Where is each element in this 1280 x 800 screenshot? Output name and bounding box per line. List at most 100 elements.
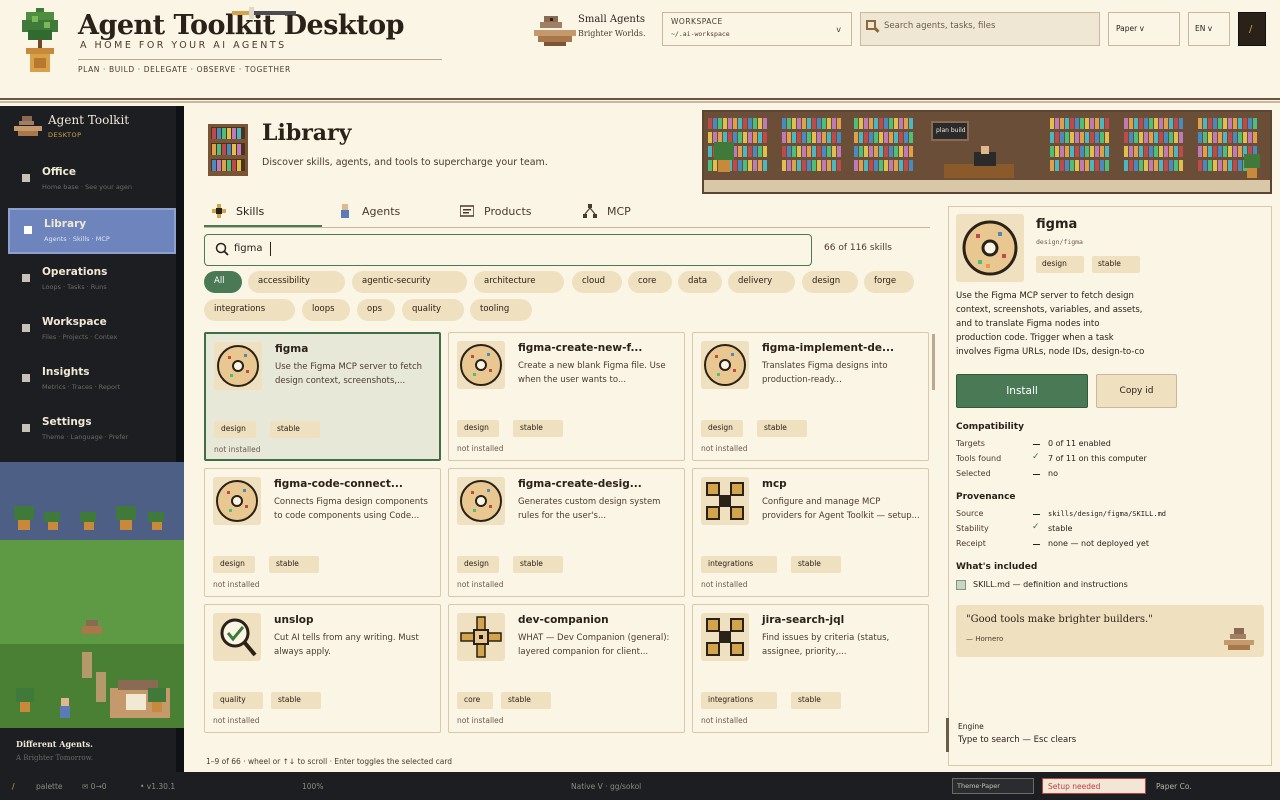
card-tag: integrations	[701, 692, 777, 709]
sidebar-item-insights[interactable]: Insights Metrics · Traces · Report	[8, 358, 176, 404]
bird-nest-icon	[14, 116, 42, 136]
tab-skills[interactable]: Skills	[204, 200, 322, 228]
banner-book	[894, 160, 898, 171]
chip-ops[interactable]: ops	[357, 299, 395, 321]
skill-card-figma[interactable]: figma Use the Figma MCP server to fetch …	[204, 332, 441, 461]
person-icon	[341, 204, 349, 218]
banner-book	[1154, 118, 1158, 129]
setup-warning-chip[interactable]: Setup needed	[1042, 778, 1146, 794]
chip-accessibility[interactable]: accessibility	[248, 271, 345, 293]
banner-book	[822, 118, 826, 129]
chip-all[interactable]: All	[204, 271, 242, 293]
theme-chip[interactable]: Theme·Paper	[952, 778, 1034, 794]
skill-card-figma-create-new-file[interactable]: figma-create-new-f... Create a new blank…	[448, 332, 685, 461]
banner-book	[1154, 160, 1158, 171]
banner-book	[1248, 118, 1252, 129]
banner-book	[782, 118, 786, 129]
zoom-label: 100%	[302, 782, 324, 791]
tab-products[interactable]: Products	[452, 200, 570, 228]
banner-book	[1144, 146, 1148, 157]
engine-indicator	[946, 718, 949, 752]
banner-book	[1144, 160, 1148, 171]
command-button[interactable]: /	[1238, 12, 1266, 46]
skill-card-jira-search-jql[interactable]: jira-search-jql Find issues by criteria …	[692, 604, 929, 733]
banner-book	[1149, 146, 1153, 157]
banner-book	[708, 146, 712, 157]
chip-loops[interactable]: loops	[302, 299, 350, 321]
sidebar-item-workspace[interactable]: Workspace Files · Projects · Contex	[8, 308, 176, 354]
chip-data[interactable]: data	[678, 271, 722, 293]
skill-card-unslop[interactable]: unslop Cut AI tells from any writing. Mu…	[204, 604, 441, 733]
banner-book	[1050, 160, 1054, 171]
banner-book	[738, 118, 742, 129]
banner-book	[909, 118, 913, 129]
banner-book	[1208, 160, 1212, 171]
banner-book	[1050, 118, 1054, 129]
banner-book	[869, 146, 873, 157]
banner-book	[1070, 146, 1074, 157]
banner-book	[827, 160, 831, 171]
chip-quality[interactable]: quality	[402, 299, 464, 321]
workspace-select[interactable]: WORKSPACE ~/.ai-workspace v	[662, 12, 852, 46]
chip-forge[interactable]: forge	[864, 271, 914, 293]
sidebar-item-operations[interactable]: Operations Loops · Tasks · Runs	[8, 258, 176, 304]
chip-integrations[interactable]: integrations	[204, 299, 295, 321]
command-shortcut[interactable]: /	[12, 782, 15, 791]
banner-book	[1090, 118, 1094, 129]
skill-card-figma-create-design-system[interactable]: figma-create-desig... Generates custom d…	[448, 468, 685, 597]
palette-button[interactable]: palette	[36, 782, 63, 791]
sidebar-item-library[interactable]: Library Agents · Skills · MCP	[8, 208, 176, 254]
chip-design[interactable]: design	[802, 271, 858, 293]
engine-hint: Type to search — Esc clears	[958, 735, 1077, 745]
banner-book	[1218, 160, 1222, 171]
tab-label: Skills	[236, 205, 265, 218]
banner-book	[728, 132, 732, 143]
banner-book	[763, 146, 767, 157]
banner-book	[1223, 132, 1227, 143]
message-counter: ✉ 0→0	[82, 782, 107, 791]
banner-book	[1179, 118, 1183, 129]
company-label: Paper Co.	[1156, 782, 1192, 791]
tab-label: MCP	[607, 205, 631, 218]
banner-book	[1124, 160, 1128, 171]
chip-tooling[interactable]: tooling	[470, 299, 532, 321]
chip-architecture[interactable]: architecture	[474, 271, 564, 293]
sidebar-item-office[interactable]: Office Home base · See your agen	[8, 158, 176, 204]
skills-search-input[interactable]	[204, 234, 812, 266]
tab-mcp[interactable]: MCP	[575, 200, 693, 228]
banner-book	[1050, 132, 1054, 143]
banner-book	[822, 146, 826, 157]
skill-card-mcp[interactable]: mcp Configure and manage MCP providers f…	[692, 468, 929, 597]
cards-scrollbar[interactable]	[932, 334, 935, 390]
copy-id-button[interactable]: Copy id	[1096, 374, 1177, 408]
card-name: figma-implement-de...	[762, 342, 894, 354]
banner-book	[797, 118, 801, 129]
chip-cloud[interactable]: cloud	[572, 271, 622, 293]
skill-card-figma-implement-design[interactable]: figma-implement-de... Translates Figma d…	[692, 332, 929, 461]
skills-search-value: figma	[234, 243, 263, 254]
banner-book	[889, 146, 893, 157]
theme-select[interactable]: Paper v	[1108, 12, 1180, 46]
chip-core[interactable]: core	[628, 271, 672, 293]
banner-book	[1253, 132, 1257, 143]
language-select[interactable]: EN v	[1188, 12, 1230, 46]
sidebar-item-settings[interactable]: Settings Theme · Language · Prefer	[8, 408, 176, 454]
skill-card-dev-companion[interactable]: dev-companion WHAT — Dev Companion (gene…	[448, 604, 685, 733]
skill-card-figma-code-connect[interactable]: figma-code-connect... Connects Figma des…	[204, 468, 441, 597]
banner-book	[1159, 160, 1163, 171]
detail-tag: design	[1036, 256, 1084, 273]
banner-book	[1124, 146, 1128, 157]
zoom-slider-handle[interactable]	[249, 7, 255, 19]
banner-book	[859, 160, 863, 171]
chip-delivery[interactable]: delivery	[728, 271, 795, 293]
banner-book	[802, 132, 806, 143]
tab-label: Agents	[362, 205, 401, 218]
sparkle-icon	[212, 204, 226, 218]
banner-book	[1065, 118, 1069, 129]
banner-book	[1100, 132, 1104, 143]
card-tag: core	[457, 692, 493, 709]
sidebar-footer-line1: Different Agents.	[16, 739, 93, 749]
chip-agentic-security[interactable]: agentic-security	[352, 271, 467, 293]
tab-agents[interactable]: Agents	[330, 200, 448, 228]
install-button[interactable]: Install	[956, 374, 1088, 408]
